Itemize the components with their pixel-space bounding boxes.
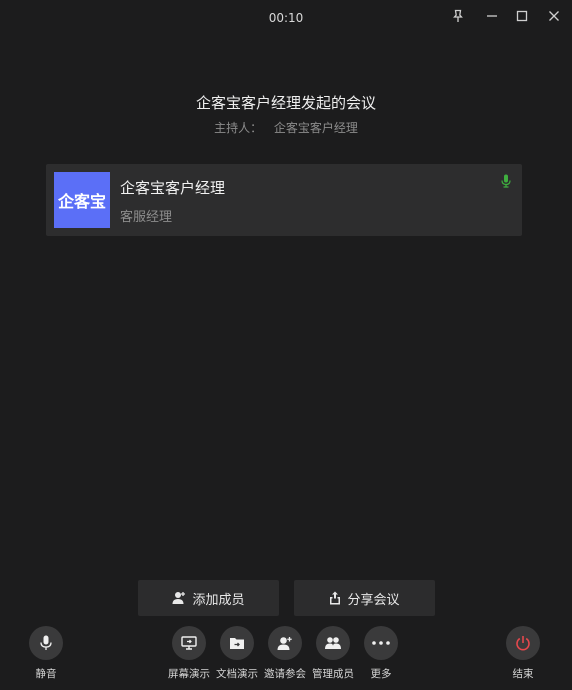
- screen-share-icon: [181, 636, 197, 650]
- close-icon: [549, 11, 559, 21]
- mute-button[interactable]: 静音: [14, 626, 78, 681]
- maximize-button[interactable]: [510, 6, 534, 26]
- title-bar: 00:10: [0, 0, 572, 36]
- maximize-icon: [516, 10, 528, 22]
- doc-share-circle: [220, 626, 254, 660]
- host-line: 主持人： 企客宝客户经理: [0, 119, 572, 136]
- share-meeting-button[interactable]: 分享会议: [294, 580, 435, 616]
- end-meeting-circle: [506, 626, 540, 660]
- share-meeting-label: 分享会议: [347, 592, 400, 608]
- avatar: 企客宝: [54, 172, 110, 228]
- end-meeting-button[interactable]: 结束: [491, 626, 555, 681]
- minimize-button[interactable]: [480, 6, 504, 26]
- more-circle: [364, 626, 398, 660]
- close-button[interactable]: [542, 6, 566, 26]
- mute-circle: [29, 626, 63, 660]
- ellipsis-icon: [372, 641, 390, 645]
- host-name: 企客宝客户经理: [273, 121, 358, 135]
- member-name: 企客宝客户经理: [120, 179, 226, 197]
- pin-icon: [453, 9, 463, 22]
- more-button[interactable]: 更多: [349, 626, 413, 681]
- member-role: 客服经理: [120, 210, 173, 225]
- manage-members-circle: [316, 626, 350, 660]
- group-icon: [325, 637, 341, 649]
- host-label: 主持人：: [214, 121, 263, 135]
- invite-circle: [268, 626, 302, 660]
- minimize-icon: [487, 15, 497, 17]
- add-member-label: 添加成员: [192, 592, 245, 608]
- share-icon: [330, 591, 341, 605]
- pin-button[interactable]: [446, 6, 470, 26]
- mic-active-icon: [501, 174, 511, 188]
- add-person-icon: [172, 592, 186, 604]
- mute-label: 静音: [35, 668, 57, 680]
- folder-share-icon: [230, 638, 244, 649]
- member-card[interactable]: 企客宝 企客宝客户经理 客服经理: [46, 164, 522, 236]
- screen-share-circle: [172, 626, 206, 660]
- end-meeting-label: 结束: [512, 668, 534, 680]
- power-icon: [516, 636, 530, 651]
- microphone-icon: [40, 635, 52, 650]
- invite-person-icon: [277, 636, 292, 650]
- more-label: 更多: [370, 668, 392, 680]
- meeting-title: 企客宝客户经理发起的会议: [195, 94, 376, 112]
- add-member-button[interactable]: 添加成员: [138, 580, 279, 616]
